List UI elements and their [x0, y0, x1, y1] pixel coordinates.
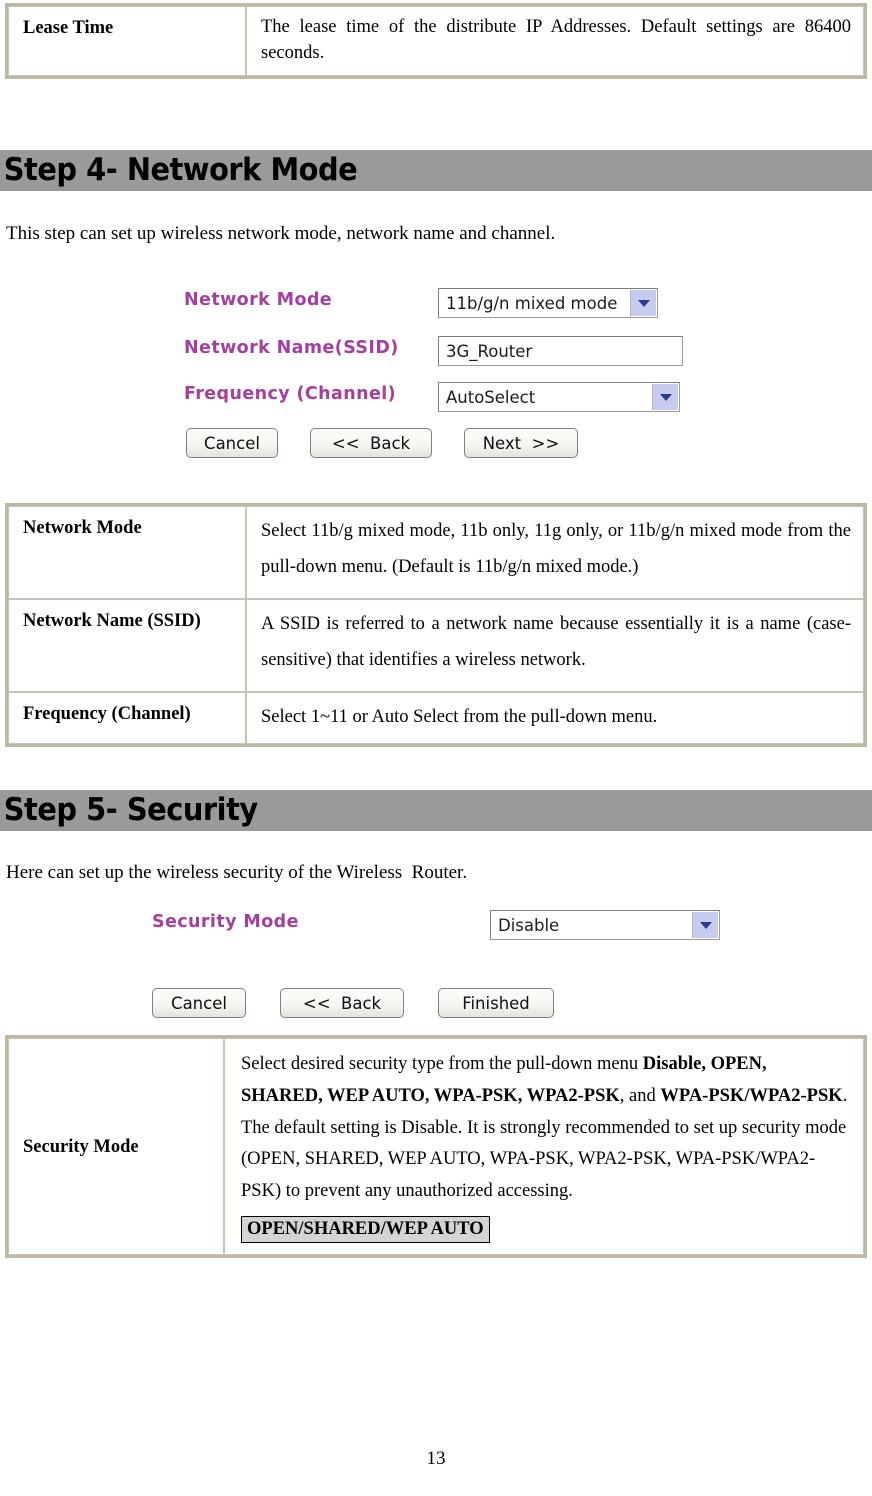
lease-time-label: Lease Time	[8, 6, 246, 76]
chevron-down-icon[interactable]	[692, 912, 718, 938]
security-modes-highlight: OPEN/SHARED/WEP AUTO	[241, 1216, 490, 1244]
lease-time-table: Lease Time The lease time of the distrib…	[5, 3, 867, 79]
table-row: Network Mode Select 11b/g mixed mode, 11…	[8, 506, 864, 599]
network-name-input[interactable]: 3G_Router	[438, 336, 683, 366]
section-intro-step4: This step can set up wireless network mo…	[6, 223, 556, 244]
security-desc-part2: , and	[619, 1085, 661, 1106]
section-title-text: Step 4- Network Mode	[3, 152, 358, 188]
network-mode-button-row: Cancel << Back Next >>	[186, 428, 578, 458]
frequency-row-label: Frequency (Channel)	[8, 692, 246, 745]
section-title-text: Step 5- Security	[3, 792, 258, 828]
security-desc-part1: Select desired security type from the pu…	[241, 1054, 643, 1074]
next-button[interactable]: Next >>	[464, 428, 578, 458]
section-heading-step4: Step 4- Network Mode	[0, 150, 872, 191]
security-button-row: Cancel << Back Finished	[152, 988, 554, 1018]
table-row: Frequency (Channel) Select 1~11 or Auto …	[8, 692, 864, 745]
network-name-value: 3G_Router	[446, 341, 533, 361]
frequency-selected-value: AutoSelect	[446, 387, 536, 407]
network-mode-label: Network Mode	[184, 290, 333, 310]
chevron-down-icon[interactable]	[630, 290, 656, 316]
section-intro-step5: Here can set up the wireless security of…	[6, 862, 468, 883]
network-mode-select[interactable]: 11b/g/n mixed mode	[438, 288, 658, 318]
back-button[interactable]: << Back	[280, 988, 404, 1018]
frequency-select[interactable]: AutoSelect	[438, 382, 680, 412]
section-heading-step5: Step 5- Security	[0, 790, 872, 831]
security-mode-row-label: Security Mode	[8, 1038, 224, 1255]
table-row: Network Name (SSID) A SSID is referred t…	[8, 599, 864, 692]
security-mode-row-description: Select desired security type from the pu…	[224, 1038, 864, 1255]
frequency-row: Frequency (Channel)	[184, 384, 396, 404]
table-row: Security Mode Select desired security ty…	[8, 1038, 864, 1255]
table-row: Lease Time The lease time of the distrib…	[8, 6, 864, 76]
chevron-down-icon[interactable]	[652, 384, 678, 410]
network-name-row-label: Network Name (SSID)	[8, 599, 246, 692]
security-mode-row: Security Mode	[152, 912, 299, 932]
network-mode-row-description: Select 11b/g mixed mode, 11b only, 11g o…	[246, 506, 864, 599]
network-name-row-description: A SSID is referred to a network name bec…	[246, 599, 864, 692]
frequency-label: Frequency (Channel)	[184, 384, 397, 404]
network-name-label: Network Name(SSID)	[184, 338, 399, 358]
security-desc-bold2: WPA-PSK/WPA2-PSK	[660, 1085, 843, 1106]
security-mode-selected-value: Disable	[498, 915, 560, 935]
router-security-screenshot: Security Mode Disable Cancel << Back Fin…	[130, 900, 750, 1028]
network-mode-row-label: Network Mode	[8, 506, 246, 599]
security-mode-select[interactable]: Disable	[490, 910, 720, 940]
back-button[interactable]: << Back	[310, 428, 432, 458]
page-number: 13	[426, 1448, 446, 1469]
security-mode-table: Security Mode Select desired security ty…	[5, 1035, 867, 1258]
security-mode-label: Security Mode	[152, 912, 299, 932]
frequency-row-description: Select 1~11 or Auto Select from the pull…	[246, 692, 864, 745]
network-name-row: Network Name(SSID)	[184, 338, 399, 358]
network-mode-row: Network Mode	[184, 290, 332, 310]
network-mode-table: Network Mode Select 11b/g mixed mode, 11…	[5, 503, 867, 748]
cancel-button[interactable]: Cancel	[186, 428, 278, 458]
router-network-mode-screenshot: Network Mode 11b/g/n mixed mode Network …	[150, 278, 730, 470]
network-mode-selected-value: 11b/g/n mixed mode	[446, 293, 618, 313]
lease-time-description: The lease time of the distribute IP Addr…	[246, 6, 864, 76]
finished-button[interactable]: Finished	[438, 988, 554, 1018]
cancel-button[interactable]: Cancel	[152, 988, 246, 1018]
